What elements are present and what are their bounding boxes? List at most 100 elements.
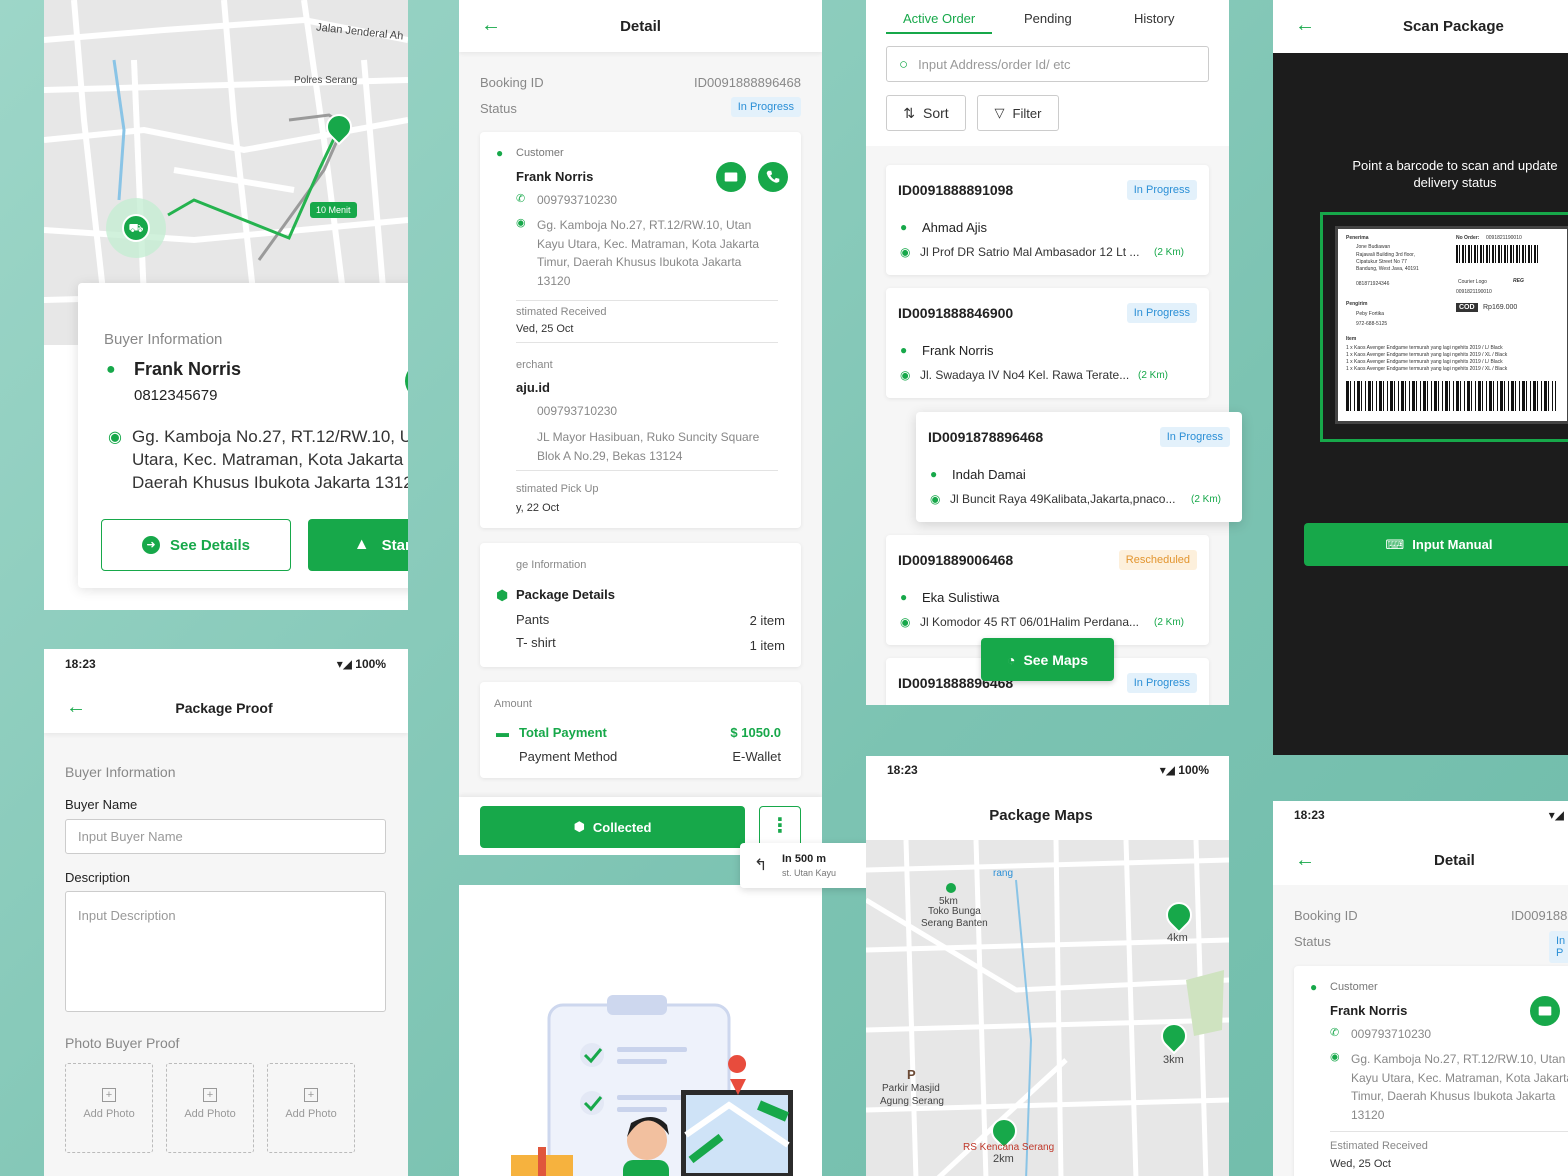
recv-name: Jone Budiawan [1356, 244, 1391, 250]
location-pin-icon: ◉ [930, 492, 941, 506]
order-distance: (2 Km) [1154, 617, 1184, 628]
status-time: 18:23 [65, 657, 96, 671]
see-details-button[interactable]: ➜ See Details [101, 519, 291, 571]
see-details-label: See Details [169, 536, 251, 554]
map-pin-icon[interactable] [946, 883, 956, 893]
package-icon: ⬢ [496, 587, 509, 603]
email-button[interactable] [405, 363, 408, 399]
order-distance: (2 Km) [1138, 370, 1168, 381]
order-address: Jl Komodor 45 RT 06/01Halim Perdana... [920, 615, 1140, 629]
email-button[interactable] [1530, 996, 1560, 1026]
search-icon: ○ [899, 55, 909, 73]
add-photo-icon: + [304, 1088, 318, 1102]
battery-level: 100% [1178, 763, 1209, 777]
item-qty: 1 item [749, 638, 785, 653]
package-proof-screen: 18:23 ▾◢ 100% ← Package Proof Buyer Info… [44, 649, 408, 1176]
buyer-info-card: Buyer Information ● Frank Norris 0812345… [78, 283, 408, 588]
input-manual-label: Input Manual [1412, 537, 1493, 552]
courier-marker-icon: ⛟ [122, 214, 150, 242]
add-photo-label: Add Photo [184, 1108, 236, 1120]
back-arrow-icon[interactable]: ← [1295, 849, 1315, 872]
customer-card: ● Customer Frank Norris ✆ 009793710230 ◉… [480, 132, 801, 528]
back-arrow-icon[interactable]: ← [1295, 14, 1315, 37]
tab-pending[interactable]: Pending [1024, 11, 1072, 26]
order-card[interactable]: ID0091888846900 In Progress ● Frank Norr… [886, 288, 1209, 398]
order-address: Jl. Swadaya IV No4 Kel. Rawa Terate... [920, 368, 1130, 382]
item-name: T- shirt [516, 635, 556, 650]
no-order-label: No Order: [1456, 235, 1480, 241]
price: Rp169.000 [1483, 304, 1518, 311]
package-icon: ⬢ [573, 819, 585, 834]
buyer-name-input[interactable]: Input Buyer Name [65, 819, 386, 854]
est-received-label: stimated Received [516, 306, 607, 318]
order-address: Jl Buncit Raya 49Kalibata,Jakarta,pnaco.… [950, 492, 1176, 506]
map-view[interactable] [866, 840, 1229, 1176]
booking-id-value: ID0091888896468 [694, 75, 801, 90]
distance-label: 2km [993, 1153, 1014, 1165]
package-details-title: Package Details [516, 587, 616, 602]
checklist-map-illustration [511, 995, 793, 1176]
person-icon: ● [930, 467, 938, 481]
email-button[interactable] [716, 162, 746, 192]
distance-label: 3km [1163, 1054, 1184, 1066]
booking-id-label: Booking ID [480, 75, 544, 90]
tab-history[interactable]: History [1134, 11, 1174, 26]
amount-label: Amount [494, 698, 532, 710]
description-input[interactable]: Input Description [65, 891, 386, 1012]
divider [516, 342, 778, 343]
sort-button[interactable]: ⇅ Sort [886, 95, 966, 131]
status-label: Status [1294, 934, 1331, 949]
recv-addr: Rajawali Building 3rd floor, [1356, 252, 1415, 258]
customer-card: ● Customer Frank Norris ✆ 009793710230 ◉… [1294, 966, 1568, 1176]
person-icon: ● [900, 590, 908, 604]
est-received-label: Estimated Received [1330, 1140, 1428, 1152]
order-card-highlighted[interactable]: ID0091878896468 In Progress ● Indah Dama… [916, 412, 1242, 522]
person-icon: ● [900, 220, 908, 234]
page-title: Detail [620, 18, 661, 35]
merchant-name: aju.id [516, 380, 550, 395]
search-placeholder: Input Address/order Id/ etc [918, 56, 1071, 72]
merchant-address: JL Mayor Hasibuan, Ruko Suncity Square B… [537, 430, 760, 463]
add-photo-slot[interactable]: + Add Photo [65, 1063, 153, 1153]
order-name: Indah Damai [952, 467, 1026, 482]
order-card[interactable]: ID0091889006468 Rescheduled ● Eka Sulist… [886, 535, 1209, 645]
turn-left-icon: ↰ [754, 857, 768, 874]
collected-label: Collected [592, 819, 652, 835]
add-photo-slot[interactable]: + Add Photo [166, 1063, 254, 1153]
tab-active-underline [886, 32, 992, 34]
wallet-icon: ▬ [496, 725, 509, 740]
page-title: Package Proof [175, 700, 273, 716]
header: ← Detail [459, 0, 822, 52]
call-button[interactable] [758, 162, 788, 192]
location-pin-icon: ◉ [900, 615, 911, 629]
order-card[interactable]: ID0091888891098 In Progress ● Ahmad Ajis… [886, 165, 1209, 275]
more-options-button[interactable]: ⋮ [759, 806, 801, 848]
phone-icon: ✆ [1330, 1027, 1340, 1039]
item-line: 1 x Kaos Avenger Endgame termurah yang l… [1346, 359, 1503, 365]
add-photo-label: Add Photo [285, 1108, 337, 1120]
booking-id-value: ID00918888 [1511, 908, 1568, 923]
nav-street: st. Utan Kayu [782, 868, 837, 878]
status-icons: ▾◢ 100% [1160, 763, 1209, 777]
location-pin-icon: ◉ [900, 245, 911, 259]
mail-icon [724, 172, 738, 182]
divider [516, 470, 778, 471]
filter-button[interactable]: ▽ Filter [977, 95, 1059, 131]
order-id: ID0091878896468 [928, 429, 1044, 445]
map-tour-screen: Jalan Jenderal Ah Polres Serang ⛟ 10 Men… [44, 0, 408, 610]
search-input[interactable]: ○ Input Address/order Id/ etc [886, 46, 1209, 82]
status-badge: In P [1549, 931, 1568, 963]
customer-address: Gg. Kamboja No.27, RT.12/RW.10, Utan Kay… [537, 218, 760, 288]
arrow-right-circle-icon: ➜ [141, 536, 160, 554]
tab-active-order[interactable]: Active Order [903, 11, 975, 26]
add-photo-slot[interactable]: + Add Photo [267, 1063, 355, 1153]
order-name: Ahmad Ajis [922, 220, 988, 235]
send-phone: 972-688-5125 [1356, 321, 1388, 327]
place-label: Parkir Masjid [882, 1083, 940, 1094]
start-tour-button[interactable]: ▲ Start Tour [308, 519, 408, 571]
collected-button[interactable]: ⬢ Collected [480, 806, 745, 848]
divider [516, 300, 778, 301]
see-maps-button[interactable]: ◔ See Maps [981, 638, 1114, 681]
package-card: ge Information ⬢ Package Details Pants 2… [480, 543, 801, 667]
input-manual-button[interactable]: ⌨ Input Manual [1304, 523, 1568, 566]
